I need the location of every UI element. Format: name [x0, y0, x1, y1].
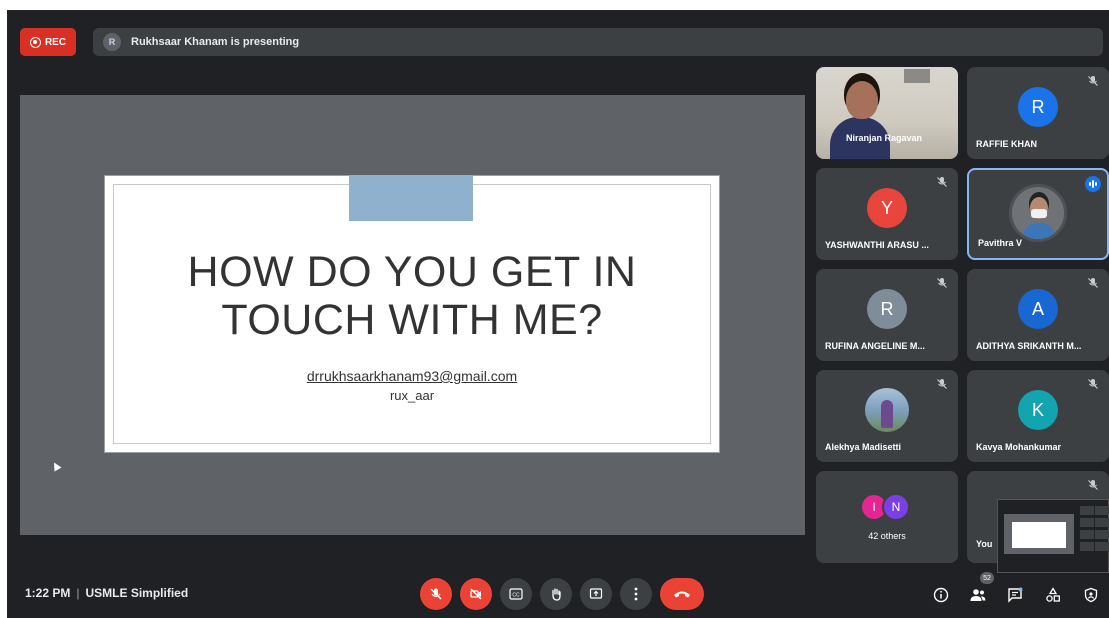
slide-title-line-1: HOW DO YOU GET IN: [187, 248, 637, 296]
participant-tile[interactable]: A ADITHYA SRIKANTH M...: [967, 269, 1109, 361]
participant-name: RUFINA ANGELINE M...: [825, 341, 925, 351]
others-avatars: I N: [860, 493, 916, 523]
meta-separator: |: [76, 586, 80, 600]
slide-email: drrukhsaarkhanam93@gmail.com: [306, 368, 518, 384]
slide-title-line-2: TOUCH WITH ME?: [221, 296, 603, 344]
others-count: 42 others: [868, 531, 906, 541]
mic-off-icon: [937, 177, 947, 187]
recording-indicator[interactable]: REC: [20, 28, 76, 56]
video-background-object: [904, 69, 930, 83]
participant-avatar: K: [1018, 390, 1058, 430]
chat-button[interactable]: [1004, 584, 1026, 606]
participant-name: Niranjan Ragavan: [846, 133, 923, 143]
others-tile[interactable]: I N 42 others: [816, 471, 958, 563]
captions-button[interactable]: CC: [500, 578, 532, 610]
presentation-slide: HOW DO YOU GET IN TOUCH WITH ME? drrukhs…: [104, 175, 720, 453]
more-options-button[interactable]: [620, 578, 652, 610]
slide-handle: rux_aar: [389, 388, 435, 403]
chat-icon: [1008, 587, 1023, 603]
activities-button[interactable]: [1042, 584, 1064, 606]
self-tile[interactable]: You: [967, 471, 1109, 573]
participant-name: YASHWANTHI ARASU ...: [825, 240, 929, 250]
participant-avatar: A: [1018, 289, 1058, 329]
clock: 1:22 PM: [25, 586, 71, 600]
participant-avatar: Y: [867, 188, 907, 228]
participant-tile[interactable]: K Kavya Mohankumar: [967, 370, 1109, 462]
presenting-banner: R Rukhsaar Khanam is presenting: [93, 28, 1103, 56]
mic-off-icon: [430, 588, 442, 600]
people-button[interactable]: [967, 584, 989, 606]
participant-avatar: R: [867, 289, 907, 329]
participant-tile[interactable]: Alekhya Madisetti: [816, 370, 958, 462]
participant-avatar-photo: [1009, 184, 1067, 242]
participant-tile[interactable]: Niranjan Ragavan: [816, 67, 958, 159]
activities-icon: [1046, 587, 1060, 602]
meeting-name: USMLE Simplified: [85, 586, 189, 600]
end-call-icon: [674, 591, 690, 598]
participant-name: Kavya Mohankumar: [976, 442, 1062, 452]
info-icon: [933, 587, 949, 603]
participant-avatar-photo: [865, 388, 909, 432]
rec-label: REC: [44, 36, 67, 48]
participant-name: RAFFIE KHAN: [976, 139, 1037, 149]
people-icon: [970, 589, 986, 601]
participant-name: Pavithra V: [978, 238, 1023, 248]
participant-avatar: R: [1018, 87, 1058, 127]
mic-off-icon: [937, 278, 947, 288]
participant-tile-active-speaker[interactable]: Pavithra V: [967, 168, 1109, 260]
presenting-text: Rukhsaar Khanam is presenting: [131, 36, 300, 48]
captions-icon: CC: [509, 588, 523, 600]
mic-off-icon: [1088, 76, 1098, 86]
present-now-button[interactable]: [580, 578, 612, 610]
participant-tile[interactable]: R RUFINA ANGELINE M...: [816, 269, 958, 361]
camera-toggle-button[interactable]: [460, 578, 492, 610]
participant-tile[interactable]: Y YASHWANTHI ARASU ...: [816, 168, 958, 260]
participant-name: ADITHYA SRIKANTH M...: [976, 341, 1082, 351]
presentation-stage[interactable]: HOW DO YOU GET IN TOUCH WITH ME? drrukhs…: [20, 95, 805, 535]
raise-hand-button[interactable]: [540, 578, 572, 610]
camera-off-icon: [470, 588, 482, 600]
self-view-screen-share: [997, 499, 1109, 573]
other-avatar: N: [882, 493, 910, 521]
meeting-details: 1:22 PM | USMLE Simplified: [25, 586, 188, 600]
mic-off-icon: [1088, 278, 1098, 288]
present-screen-icon: [589, 588, 603, 599]
top-bar: REC R Rukhsaar Khanam is presenting: [7, 10, 1109, 62]
meeting-info-button[interactable]: [930, 584, 952, 606]
raise-hand-icon: [552, 588, 561, 601]
participant-tile[interactable]: R RAFFIE KHAN: [967, 67, 1109, 159]
leave-call-button[interactable]: [660, 578, 704, 610]
self-name: You: [976, 539, 993, 549]
mic-off-icon: [1088, 480, 1098, 490]
mic-toggle-button[interactable]: [420, 578, 452, 610]
participant-name: Alekhya Madisetti: [825, 442, 902, 452]
participant-video-face: [846, 81, 878, 119]
meet-window: REC R Rukhsaar Khanam is presenting HOW …: [7, 10, 1109, 618]
slide-decoration: [349, 175, 473, 221]
mic-off-icon: [937, 379, 947, 389]
svg-text:CC: CC: [512, 593, 520, 599]
more-vert-icon: [634, 587, 638, 601]
record-icon: [29, 36, 41, 48]
mic-off-icon: [1088, 379, 1098, 389]
presenter-avatar: R: [103, 33, 121, 51]
speaking-indicator-icon: [1085, 176, 1101, 192]
host-controls-button[interactable]: [1080, 584, 1102, 606]
people-count-badge: 52: [980, 572, 994, 584]
host-controls-icon: [1084, 587, 1098, 603]
slide-title: HOW DO YOU GET IN TOUCH WITH ME?: [105, 248, 719, 344]
